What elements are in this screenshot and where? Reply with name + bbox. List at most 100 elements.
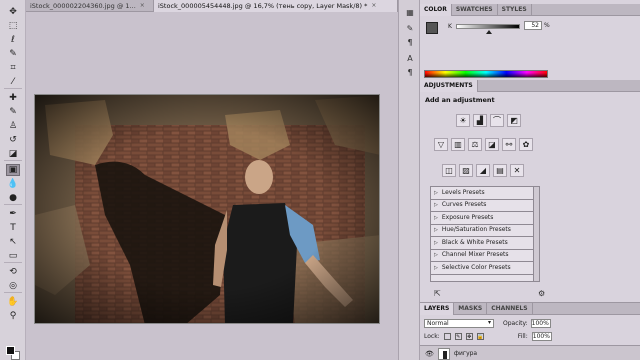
quick-select-tool-icon[interactable]: ✎ xyxy=(6,48,20,60)
canvas-area[interactable] xyxy=(26,12,398,360)
tab-masks[interactable]: MASKS xyxy=(454,303,488,315)
character-icon[interactable]: A xyxy=(403,52,417,64)
photo-filter-icon[interactable]: ⚯ xyxy=(502,138,516,151)
color-panel: COLOR SWATCHES STYLES K 52 % xyxy=(420,4,640,80)
preset-item[interactable]: ▷ Black & White Presets xyxy=(431,237,533,250)
path-select-tool-icon[interactable]: ↖ xyxy=(6,236,20,248)
clone-stamp-tool-icon[interactable]: ♙ xyxy=(6,120,20,132)
tab-layers[interactable]: LAYERS xyxy=(420,303,455,315)
lock-image-icon[interactable]: ✎ xyxy=(454,333,462,340)
vibrance-icon[interactable]: ▽ xyxy=(434,138,448,151)
disclosure-triangle-icon[interactable]: ▷ xyxy=(434,249,438,262)
paragraph-panel-icon[interactable]: ¶ xyxy=(403,66,417,78)
return-to-list-icon[interactable]: ⇱ xyxy=(434,289,441,298)
foreground-color-chip[interactable] xyxy=(426,22,438,34)
move-tool-icon[interactable]: ✥ xyxy=(6,6,20,18)
k-slider-thumb[interactable] xyxy=(486,30,493,34)
foreground-color-swatch[interactable] xyxy=(6,346,15,355)
lock-all-icon[interactable]: 🔒 xyxy=(476,333,484,340)
invert-icon[interactable]: ◫ xyxy=(442,164,456,177)
layer-row[interactable]: 👁 фигура xyxy=(420,345,640,360)
blend-opacity-row: Normal Opacity: 100% xyxy=(424,319,551,328)
levels-icon[interactable]: ▟ xyxy=(473,114,487,127)
zoom-tool-icon[interactable]: ⚲ xyxy=(6,310,20,322)
preset-item[interactable]: ▷ Levels Presets xyxy=(431,187,533,200)
marquee-tool-icon[interactable]: ⬚ xyxy=(6,20,20,32)
panel-options-icon[interactable]: ⚙ xyxy=(538,289,545,298)
black-white-icon[interactable]: ◪ xyxy=(485,138,499,151)
adjustment-icons-row-2: ▽ ▥ ⚖ ◪ ⚯ ✿ xyxy=(434,138,533,151)
lock-position-icon[interactable]: ✥ xyxy=(465,333,473,340)
disclosure-triangle-icon[interactable]: ▷ xyxy=(434,199,438,212)
opacity-field[interactable]: 100% xyxy=(530,319,551,328)
tab-styles[interactable]: STYLES xyxy=(498,4,532,16)
document-tab-1[interactable]: iStock_000002204360.jpg @ 1... × xyxy=(26,0,154,12)
paragraph-icon[interactable]: ¶ xyxy=(403,36,417,48)
percent-unit: % xyxy=(544,22,550,29)
k-channel-slider[interactable] xyxy=(456,24,520,29)
color-panel-tabs: COLOR SWATCHES STYLES xyxy=(420,4,640,16)
tab-adjustments[interactable]: ADJUSTMENTS xyxy=(420,80,478,92)
history-brush-tool-icon[interactable]: ↺ xyxy=(6,134,20,146)
preset-label: Curves Presets xyxy=(441,201,487,208)
eyedropper-tool-icon[interactable]: ⁄ xyxy=(6,76,20,88)
blur-tool-icon[interactable]: 💧 xyxy=(6,178,20,190)
posterize-icon[interactable]: ▨ xyxy=(459,164,473,177)
disclosure-triangle-icon[interactable]: ▷ xyxy=(434,212,438,225)
hue-saturation-icon[interactable]: ▥ xyxy=(451,138,465,151)
layer-name[interactable]: фигура xyxy=(454,350,477,357)
pen-tool-icon[interactable]: ✒ xyxy=(6,208,20,220)
shape-tool-icon[interactable]: ▭ xyxy=(6,250,20,262)
fill-label: Fill: xyxy=(517,333,528,340)
close-icon[interactable]: × xyxy=(371,0,376,12)
disclosure-triangle-icon[interactable]: ▷ xyxy=(434,224,438,237)
preset-item[interactable]: ▷ Hue/Saturation Presets xyxy=(431,224,533,237)
channel-mixer-icon[interactable]: ✿ xyxy=(519,138,533,151)
color-ramp[interactable] xyxy=(424,70,548,78)
presets-scrollbar[interactable] xyxy=(534,186,540,282)
tab-color[interactable]: COLOR xyxy=(420,4,452,16)
type-tool-icon[interactable]: T xyxy=(6,222,20,234)
color-panel-icon[interactable]: ▦ xyxy=(403,6,417,18)
document-image[interactable] xyxy=(34,94,380,324)
3d-orbit-tool-icon[interactable]: ◎ xyxy=(6,280,20,292)
lock-transparent-icon[interactable] xyxy=(443,333,451,340)
adjust-panel-icon[interactable]: ✎ xyxy=(403,22,417,34)
lasso-tool-icon[interactable]: ℓ xyxy=(6,34,20,46)
hand-tool-icon[interactable]: ✋ xyxy=(6,296,20,308)
threshold-icon[interactable]: ◢ xyxy=(476,164,490,177)
k-value-field[interactable]: 52 xyxy=(524,21,542,30)
eye-icon[interactable]: 👁 xyxy=(425,350,434,358)
adjustment-icons-row-1: ☀ ▟ ⌒ ◩ xyxy=(456,114,521,127)
tab-swatches[interactable]: SWATCHES xyxy=(452,4,498,16)
preset-item[interactable]: ▷ Exposure Presets xyxy=(431,212,533,225)
adjustments-panel-tabs: ADJUSTMENTS xyxy=(420,80,640,92)
tab-channels[interactable]: CHANNELS xyxy=(487,303,533,315)
gradient-map-icon[interactable]: ▤ xyxy=(493,164,507,177)
preset-item[interactable]: ▷ Curves Presets xyxy=(431,199,533,212)
color-balance-icon[interactable]: ⚖ xyxy=(468,138,482,151)
layers-panel: LAYERS MASKS CHANNELS Normal Opacity: 10… xyxy=(420,302,640,360)
blend-mode-select[interactable]: Normal xyxy=(424,319,494,328)
exposure-icon[interactable]: ◩ xyxy=(507,114,521,127)
document-tab-bar: iStock_000002204360.jpg @ 1... × iStock_… xyxy=(26,0,398,12)
brightness-contrast-icon[interactable]: ☀ xyxy=(456,114,470,127)
disclosure-triangle-icon[interactable]: ▷ xyxy=(434,237,438,250)
dodge-tool-icon[interactable]: ● xyxy=(6,192,20,204)
preset-item[interactable]: ▷ Channel Mixer Presets xyxy=(431,249,533,262)
selective-color-icon[interactable]: ✕ xyxy=(510,164,524,177)
preset-item[interactable]: ▷ Selective Color Presets xyxy=(431,262,533,275)
brush-tool-icon[interactable]: ✎ xyxy=(6,106,20,118)
gradient-tool-icon[interactable]: ▣ xyxy=(6,164,20,176)
disclosure-triangle-icon[interactable]: ▷ xyxy=(434,187,438,199)
3d-rotate-tool-icon[interactable]: ⟲ xyxy=(6,266,20,278)
crop-tool-icon[interactable]: ⌗ xyxy=(6,62,20,74)
fill-field[interactable]: 100% xyxy=(531,332,552,341)
curves-icon[interactable]: ⌒ xyxy=(490,114,504,127)
adjustment-icons-row-3: ◫ ▨ ◢ ▤ ✕ xyxy=(442,164,524,177)
healing-brush-tool-icon[interactable]: ✚ xyxy=(6,92,20,104)
close-icon[interactable]: × xyxy=(140,0,145,12)
disclosure-triangle-icon[interactable]: ▷ xyxy=(434,262,438,275)
document-tab-2[interactable]: iStock_000005454448.jpg @ 16,7% (тень co… xyxy=(154,0,398,12)
eraser-tool-icon[interactable]: ◪ xyxy=(6,148,20,160)
